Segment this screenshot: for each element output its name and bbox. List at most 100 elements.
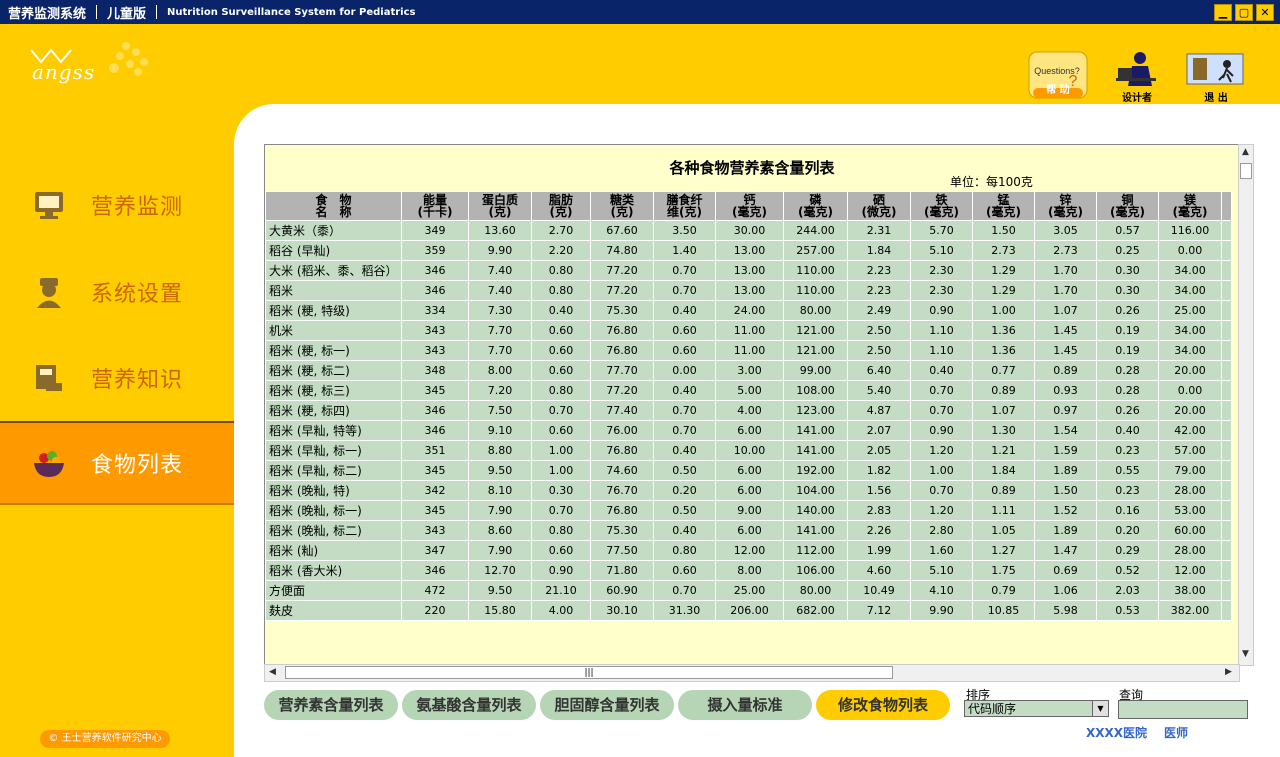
table-row[interactable]: 稻米 (香大米) 346 12.70 0.90 71.80 0.60 8.00 106.00 4… [265,560,1232,581]
nutrient-value-cell: 0.60 [653,560,716,581]
scroll-left-icon[interactable]: ◀ [269,667,276,677]
column-header[interactable]: 膳食纤 维(克) [653,191,716,221]
nutrient-value-cell: 2.05 [847,440,911,461]
sidebar-item-monitoring[interactable]: 营养监测 [0,165,234,245]
column-header-line: 名 称 [315,205,352,219]
column-header[interactable]: 铜 (毫克) [1096,191,1159,221]
nutrient-value-cell: 8.00 [715,560,784,581]
table-row[interactable]: 稻米 (粳, 特级) 334 7.30 0.40 75.30 0.40 24.00 80.00… [265,300,1232,321]
table-row[interactable]: 麸皮 220 15.80 4.00 30.10 31.30 206.00 682.00 7.12… [265,600,1232,621]
row-filler-cell [1221,460,1232,481]
scroll-up-icon[interactable]: ▲ [1242,147,1249,157]
nutrient-value-cell: 0.60 [531,320,591,341]
nutrient-value-cell: 110.00 [783,280,848,301]
chevron-down-icon[interactable]: ▼ [1092,701,1108,716]
designer-button[interactable]: 设计者 [1106,50,1168,104]
column-header[interactable]: 锌 (毫克) [1034,191,1097,221]
edit-food-list-button[interactable]: 修改食物列表 [816,690,950,720]
column-header[interactable]: 蛋白质 (克) [468,191,532,221]
column-header[interactable]: 铁 (毫克) [910,191,973,221]
table-row[interactable]: 方便面 472 9.50 21.10 60.90 0.70 25.00 80.00 10.49 4… [265,580,1232,601]
monitor-icon [35,192,63,219]
column-header[interactable]: 锰 (毫克) [972,191,1035,221]
nutrient-value-cell: 7.40 [468,280,532,301]
close-button[interactable]: ✕ [1256,4,1274,21]
table-row[interactable]: 稻米 (粳, 标四) 346 7.50 0.70 77.40 0.70 4.00 123.00… [265,400,1232,421]
horizontal-scrollbar[interactable]: ◀ ||| ▶ [264,664,1240,682]
nutrient-value-cell: 0.90 [531,560,591,581]
nutrient-value-cell: 1.89 [1034,460,1097,481]
nutrient-value-cell: 7.90 [468,500,532,521]
table-row[interactable]: 大黄米（黍） 349 13.60 2.70 67.60 3.50 30.00 244.00 2.… [265,220,1232,241]
nutrient-value-cell: 80.00 [783,300,848,321]
table-row[interactable]: 稻米 (晚籼, 标二) 343 8.60 0.80 75.30 0.40 6.00 141.0… [265,520,1232,541]
sidebar-item-knowledge[interactable]: 营养知识 [0,338,234,418]
column-header-filler [1221,191,1232,221]
column-header[interactable]: 糖类 (克) [590,191,654,221]
column-header[interactable]: 能量 (千卡) [401,191,469,221]
row-filler-cell [1221,260,1232,281]
nutrient-value-cell: 60.00 [1158,520,1222,541]
exit-button[interactable]: 退 出 [1185,50,1247,104]
nutrient-value-cell: 6.00 [715,480,784,501]
column-header[interactable]: 食 物名 称 [265,191,402,221]
nutrient-value-cell: 1.40 [653,240,716,261]
nutrient-value-cell: 0.19 [1096,340,1159,361]
column-header[interactable]: 镁 (毫克) [1158,191,1222,221]
help-button[interactable]: Questions? ? 帮 助 [1027,50,1089,102]
table-row[interactable]: 大米 (稻米、黍、稻谷） 346 7.40 0.80 77.20 0.70 13.00 110… [265,260,1232,281]
table-row[interactable]: 稻米 (早籼, 标二) 345 9.50 1.00 74.60 0.50 6.00 192.0… [265,460,1232,481]
table-row[interactable]: 稻米 (粳, 标一) 343 7.70 0.60 76.80 0.60 11.00 121.0… [265,340,1232,361]
column-header[interactable]: 硒 (微克) [847,191,911,221]
nutrient-value-cell: 12.00 [715,540,784,561]
table-row[interactable]: 稻米 (粳, 标三) 345 7.20 0.80 77.20 0.40 5.00 108.00… [265,380,1232,401]
cholesterol-list-button[interactable]: 胆固醇含量列表 [540,690,674,720]
table-row[interactable]: 稻米 (早籼, 标一) 351 8.80 1.00 76.80 0.40 10.00 141.… [265,440,1232,461]
nutrient-value-cell: 2.20 [531,240,591,261]
food-name-cell: 大米 (稻米、黍、稻谷） [265,260,402,281]
nutrient-value-cell: 76.70 [590,480,654,501]
nutrient-value-cell: 99.00 [783,360,848,381]
intake-standard-button[interactable]: 摄入量标准 [678,690,812,720]
scroll-thumb[interactable] [1240,163,1252,179]
nutrient-value-cell: 10.49 [847,580,911,601]
nutrient-value-cell: 1.20 [910,440,973,461]
scroll-right-icon[interactable]: ▶ [1225,667,1232,677]
sidebar-item-food-list[interactable]: 食物列表 [0,421,234,505]
table-row[interactable]: 稻谷 (早籼) 359 9.90 2.20 74.80 1.40 13.00 257.00 1.… [265,240,1232,261]
nutrient-value-cell: 0.40 [653,440,716,461]
table-row[interactable]: 机米 343 7.70 0.60 76.80 0.60 11.00 121.00 2.50 1.1… [265,320,1232,341]
nutrient-value-cell: 0.16 [1096,500,1159,521]
nutrient-value-cell: 0.23 [1096,440,1159,461]
nutrient-value-cell: 0.26 [1096,300,1159,321]
table-row[interactable]: 稻米 346 7.40 0.80 77.20 0.70 13.00 110.00 2.23 2.3… [265,280,1232,301]
vertical-scrollbar[interactable]: ▲ ▼ [1238,144,1254,666]
column-header[interactable]: 钙 (毫克) [715,191,784,221]
nutrient-value-cell: 53.00 [1158,500,1222,521]
minimize-button[interactable]: ▁ [1214,4,1232,21]
amino-acid-list-button[interactable]: 氨基酸含量列表 [402,690,536,720]
nutrient-value-cell: 0.50 [653,460,716,481]
table-row[interactable]: 稻米 (粳, 标二) 348 8.00 0.60 77.70 0.00 3.00 99.00 6… [265,360,1232,381]
sort-select[interactable]: 代码顺序 ▼ [964,700,1109,717]
table-row[interactable]: 稻米 (籼) 347 7.90 0.60 77.50 0.80 12.00 112.00 1.9… [265,540,1232,561]
nutrient-value-cell: 1.56 [847,480,911,501]
nutrient-value-cell: 28.00 [1158,540,1222,561]
query-input[interactable] [1118,700,1248,719]
nutrient-value-cell: 1.27 [972,540,1035,561]
scroll-down-icon[interactable]: ▼ [1242,649,1249,659]
table-row[interactable]: 稻米 (晚籼, 标一) 345 7.90 0.70 76.80 0.50 9.00 140.0… [265,500,1232,521]
table-row[interactable]: 稻米 (晚籼, 特) 342 8.10 0.30 76.70 0.20 6.00 104.00… [265,480,1232,501]
maximize-button[interactable]: ▢ [1235,4,1253,21]
column-header[interactable]: 磷 (毫克) [783,191,848,221]
nutrient-value-cell: 2.49 [847,300,911,321]
table-row[interactable]: 稻米 (早籼, 特等) 346 9.10 0.60 76.00 0.70 6.00 141.0… [265,420,1232,441]
nutrient-list-button[interactable]: 营养素含量列表 [264,690,398,720]
column-header[interactable]: 脂肪 (克) [531,191,591,221]
scroll-thumb[interactable]: ||| [285,666,893,679]
sidebar-item-settings[interactable]: 系统设置 [0,252,234,332]
doctor-label: 医师 [1164,726,1189,740]
nutrient-table-frame: 各种食物营养素含量列表 单位：每100克 食 物名 称能量 (千卡) 蛋白质 (克) 脂… [264,144,1240,666]
nutrient-value-cell: 2.30 [910,280,973,301]
window-controls: ▁ ▢ ✕ [1214,4,1274,21]
